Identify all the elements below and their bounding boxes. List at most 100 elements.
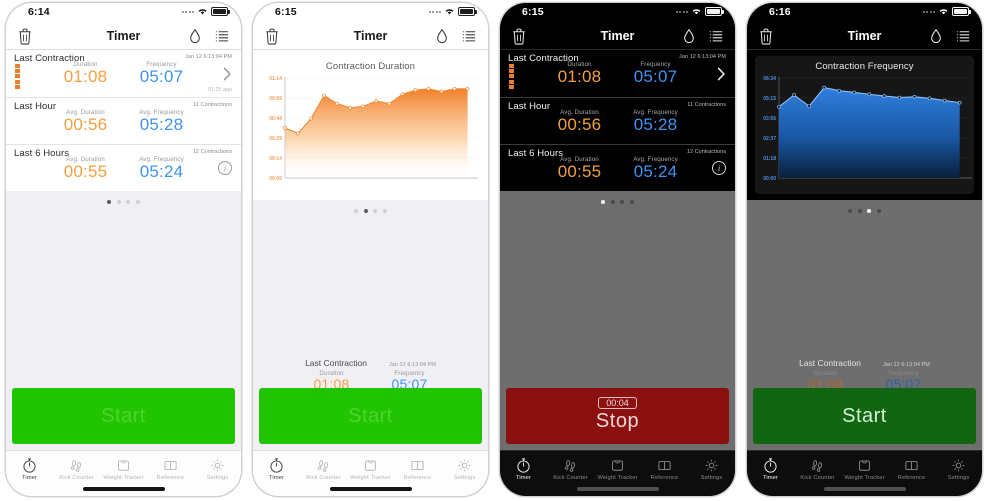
scale-icon [115, 457, 132, 474]
metric-value: 00:55 [557, 162, 602, 181]
chevron-right-icon[interactable] [223, 67, 232, 81]
tab-settings[interactable]: Settings [441, 454, 488, 496]
panel-content: Last Contraction Jan 12 6:13:04 PM Durat… [500, 50, 735, 402]
water-drop-icon[interactable] [928, 28, 944, 45]
tab-label: Weight Tracker [350, 475, 391, 481]
tab-settings[interactable]: Settings [935, 454, 982, 496]
signal-dots-icon [675, 10, 688, 13]
tab-timer[interactable]: Timer [500, 454, 547, 496]
wifi-icon [938, 7, 949, 16]
info-icon[interactable]: i [218, 161, 232, 175]
chart-data-point [283, 126, 287, 130]
start-button[interactable]: Start [753, 388, 976, 444]
page-dots[interactable] [747, 200, 982, 213]
chart-data-point [957, 100, 962, 105]
stop-button[interactable]: 00:04 Stop [506, 388, 729, 444]
water-drop-icon[interactable] [681, 28, 697, 45]
screenshot-stage: 6:14 Timer Last Contraction Jan 12 6:13:… [0, 0, 988, 501]
metric-avg-duration: Avg. Duration 00:55 [59, 156, 113, 181]
tab-timer[interactable]: Timer [253, 454, 300, 496]
water-drop-icon[interactable] [187, 28, 203, 45]
chart-data-point [439, 89, 444, 94]
tab-settings[interactable]: Settings [194, 454, 241, 496]
cell-count: 12 Contractions [192, 149, 232, 155]
tab-label: Settings [453, 475, 476, 481]
water-drop-icon[interactable] [434, 28, 450, 45]
tab-settings[interactable]: Settings [688, 454, 735, 496]
cell-count: 11 Contractions [687, 102, 726, 108]
wifi-icon [444, 7, 455, 16]
tab-timer[interactable]: Timer [6, 454, 53, 496]
summary-cell-last-hour[interactable]: Last Hour 11 Contractions Avg. Duration … [500, 97, 735, 144]
page-dots[interactable] [500, 191, 735, 204]
status-bar: 6:15 [500, 3, 735, 23]
chevron-right-icon[interactable] [717, 67, 726, 81]
gear-icon [209, 457, 226, 474]
phone-screenshot-3: 6:15 Timer Last Contraction Jan 12 6:13:… [494, 0, 741, 501]
tab-label: Settings [947, 475, 970, 481]
chart-card-duration[interactable]: Contraction Duration 00:00 00:14 00:29 00:4… [253, 50, 488, 200]
metric-avg-frequency: Avg. Frequency 05:28 [135, 109, 189, 134]
summary-cell-last-6-hours[interactable]: Last 6 Hours 12 Contractions Avg. Durati… [6, 144, 241, 191]
last-contraction-date: Jan 12 6:13:04 PM [388, 362, 436, 368]
trash-icon[interactable] [511, 28, 527, 45]
summary-cell-last-contraction[interactable]: Last Contraction Jan 12 6:13:04 PM Durat… [500, 50, 735, 97]
chart-card-frequency[interactable]: Contraction Frequency 00:00 01:18 02:37 03:… [747, 50, 982, 200]
signal-dots-icon [181, 10, 194, 13]
page-dots[interactable] [253, 200, 488, 213]
chart-data-point [792, 93, 796, 97]
chart-data-point [296, 131, 300, 136]
y-axis-tick: 05:15 [763, 96, 776, 102]
metric-value: 05:24 [139, 162, 184, 181]
status-bar: 6:15 [253, 3, 488, 23]
metric-value: 00:56 [557, 115, 602, 134]
start-button-label: Start [348, 404, 393, 427]
status-bar: 6:16 [747, 3, 982, 23]
chart-data-point [452, 86, 457, 91]
summary-cell-last-6-hours[interactable]: Last 6 Hours 12 Contractions Avg. Durati… [500, 144, 735, 191]
last-contraction-date: Jan 12 6:13:04 PM [882, 362, 930, 368]
trash-icon[interactable] [17, 28, 33, 45]
nav-bar: Timer [6, 23, 241, 50]
chart-area [779, 87, 960, 178]
info-icon[interactable]: i [712, 161, 726, 175]
wifi-icon [691, 7, 702, 16]
summary-cell-last-hour[interactable]: Last Hour 11 Contractions Avg. Duration … [6, 97, 241, 144]
phone-screenshot-2: 6:15 Timer Contraction Duration 00:00 00… [247, 0, 494, 501]
chart-data-point [912, 94, 917, 99]
tab-bar: Timer Kick Counter Weight Tracker Refere… [253, 450, 488, 496]
chart-data-point [807, 104, 811, 109]
signal-dots-icon [428, 10, 441, 13]
status-bar: 6:14 [6, 3, 241, 23]
signal-dots-icon [922, 10, 935, 13]
nav-bar: Timer [253, 23, 488, 50]
tab-bar: Timer Kick Counter Weight Tracker Refere… [6, 450, 241, 496]
page-dots[interactable] [6, 191, 241, 204]
battery-icon [458, 7, 477, 16]
summary-cell-last-contraction[interactable]: Last Contraction Jan 12 6:13:04 PM 01:25… [6, 50, 241, 97]
tab-timer[interactable]: Timer [747, 454, 794, 496]
home-indicator [823, 487, 906, 491]
metric-value: 05:24 [633, 162, 678, 181]
status-icons [428, 7, 477, 16]
list-icon[interactable] [955, 28, 971, 45]
y-axis-tick: 00:14 [269, 156, 282, 162]
tab-label: Kick Counter [306, 475, 341, 481]
status-time: 6:15 [522, 6, 544, 18]
stopwatch-icon [21, 457, 38, 474]
trash-icon[interactable] [264, 28, 280, 45]
trash-icon[interactable] [758, 28, 774, 45]
metric-duration: Duration 01:08 [553, 61, 607, 86]
list-icon[interactable] [214, 28, 230, 45]
footprints-icon [562, 457, 579, 474]
wifi-icon [197, 7, 208, 16]
list-icon[interactable] [708, 28, 724, 45]
nav-bar: Timer [500, 23, 735, 50]
chart-data-point [942, 98, 947, 103]
start-button[interactable]: Start [12, 388, 235, 444]
y-axis-tick: 00:00 [269, 176, 282, 182]
list-icon[interactable] [461, 28, 477, 45]
chart-data-point [867, 92, 872, 97]
start-button[interactable]: Start [259, 388, 482, 444]
y-axis-tick: 00:29 [269, 136, 282, 142]
